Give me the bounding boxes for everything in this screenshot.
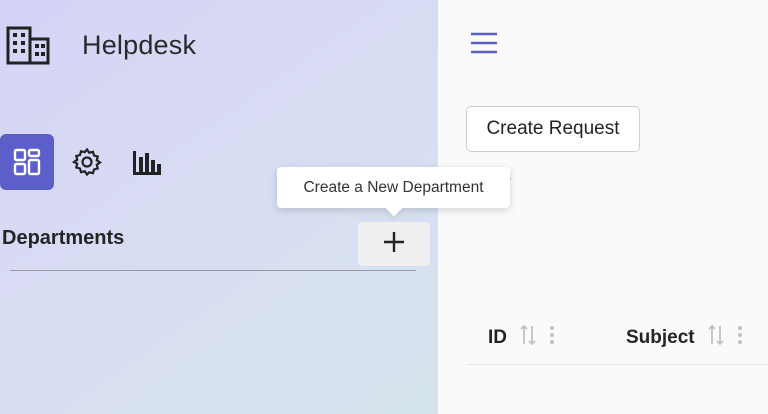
plus-icon xyxy=(383,231,405,258)
departments-divider xyxy=(10,270,416,271)
column-header-id[interactable]: ID xyxy=(488,324,555,351)
hamburger-icon[interactable] xyxy=(470,31,498,55)
more-vertical-icon[interactable] xyxy=(737,324,743,351)
building-icon xyxy=(6,26,50,66)
column-label-id: ID xyxy=(488,326,507,348)
apps-grid-icon xyxy=(12,147,42,177)
create-request-button[interactable]: Create Request xyxy=(466,106,640,152)
sort-icon[interactable] xyxy=(707,324,725,351)
sort-icon[interactable] xyxy=(519,324,537,351)
departments-heading: Departments xyxy=(2,227,125,249)
more-vertical-icon[interactable] xyxy=(549,324,555,351)
add-department-tooltip: Create a New Department xyxy=(277,167,510,208)
add-department-button[interactable] xyxy=(358,222,430,266)
column-header-subject[interactable]: Subject xyxy=(626,324,743,351)
column-label-subject: Subject xyxy=(626,326,695,348)
nav-settings-button[interactable] xyxy=(60,134,114,190)
bar-chart-icon xyxy=(131,147,163,177)
gear-icon xyxy=(71,146,103,178)
nav-reports-button[interactable] xyxy=(120,134,174,190)
requests-table-header: ID Subject xyxy=(466,316,768,365)
helpdesk-app: Helpdesk Departments Create Request ID S… xyxy=(0,0,768,414)
nav-dashboard-button[interactable] xyxy=(0,134,54,190)
app-title: Helpdesk xyxy=(82,30,197,60)
